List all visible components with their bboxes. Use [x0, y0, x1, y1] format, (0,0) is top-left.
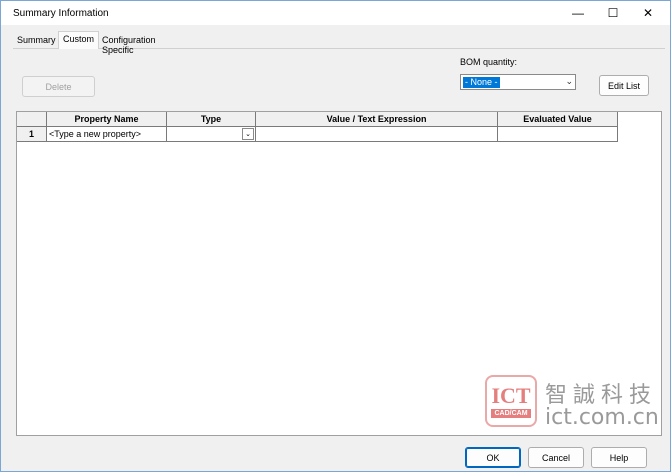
help-button[interactable]: Help	[591, 447, 647, 468]
window-title: Summary Information	[13, 8, 109, 19]
tab-configuration-specific[interactable]: Configuration Specific	[98, 33, 160, 55]
chevron-down-icon: ⌄	[565, 76, 573, 86]
column-header-value[interactable]: Value / Text Expression	[256, 112, 498, 127]
ict-logo: ICT CAD/CAM	[485, 375, 537, 427]
edit-list-button[interactable]: Edit List	[599, 75, 649, 96]
value-cell[interactable]	[256, 127, 498, 142]
column-header-type[interactable]: Type	[167, 112, 256, 127]
close-button[interactable]: ✕	[632, 1, 664, 25]
column-header-property-name[interactable]: Property Name	[47, 112, 167, 127]
watermark-url: ict.com.cn	[545, 405, 659, 430]
title-bar: Summary Information — ☐ ✕	[1, 1, 670, 25]
row-number[interactable]: 1	[17, 127, 47, 142]
close-icon: ✕	[642, 6, 654, 20]
maximize-button[interactable]: ☐	[597, 1, 629, 25]
maximize-icon: ☐	[607, 6, 619, 20]
bom-quantity-select[interactable]: - None - ⌄	[460, 74, 576, 90]
evaluated-value-cell	[498, 127, 618, 142]
type-cell[interactable]: ⌄	[167, 127, 256, 142]
tab-summary[interactable]: Summary	[13, 33, 60, 49]
minimize-icon: —	[572, 6, 584, 20]
bom-quantity-label: BOM quantity:	[460, 57, 518, 67]
column-header-evaluated-value[interactable]: Evaluated Value	[498, 112, 618, 127]
minimize-button[interactable]: —	[562, 1, 594, 25]
cancel-button[interactable]: Cancel	[528, 447, 584, 468]
bom-quantity-value: - None -	[463, 77, 500, 88]
watermark-logo: ICT CAD/CAM 智誠科技 ict.com.cn	[485, 375, 665, 431]
delete-button[interactable]: Delete	[22, 76, 95, 97]
chevron-down-icon[interactable]: ⌄	[242, 128, 254, 140]
ok-button[interactable]: OK	[465, 447, 521, 468]
tab-custom[interactable]: Custom	[58, 31, 100, 49]
grid-corner-header[interactable]	[17, 112, 47, 127]
summary-information-window: Summary Information — ☐ ✕ Summary Custom…	[0, 0, 671, 472]
property-name-cell[interactable]: <Type a new property>	[47, 127, 167, 142]
